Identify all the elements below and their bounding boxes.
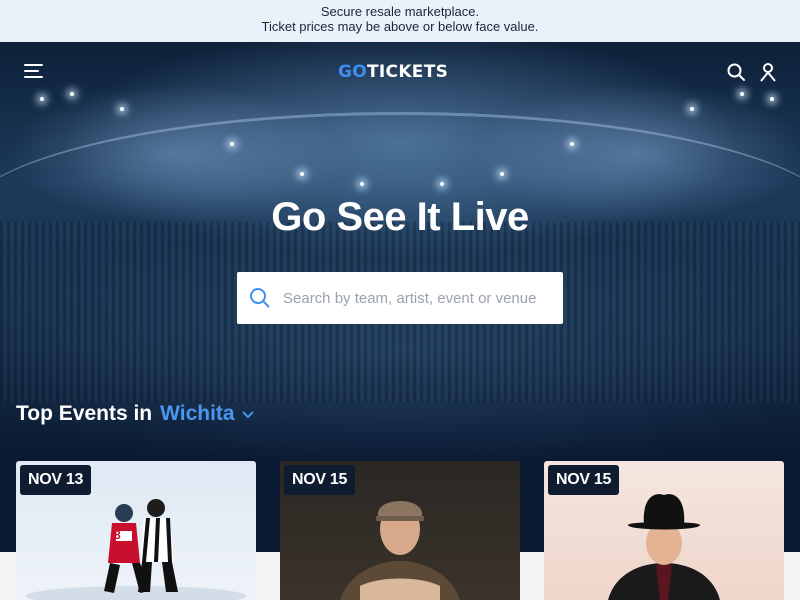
hamburger-icon[interactable] (24, 64, 44, 80)
event-card[interactable]: NOV 15 (544, 461, 784, 600)
svg-text:8: 8 (114, 528, 121, 542)
notice-line-2: Ticket prices may be above or below face… (261, 19, 539, 34)
hero-search-bar[interactable] (237, 272, 563, 324)
notice-line-1: Secure resale marketplace. (320, 4, 480, 19)
event-date-badge: NOV 15 (548, 465, 620, 495)
event-card[interactable]: NOV 15 (280, 461, 520, 600)
stadium-light (120, 107, 124, 111)
top-events-heading: Top Events in Wichita (16, 402, 254, 426)
stadium-light (440, 182, 444, 186)
stadium-light (570, 142, 574, 146)
hero-headline: Go See It Live (271, 195, 529, 239)
event-date-badge: NOV 15 (284, 465, 356, 495)
search-input[interactable] (283, 289, 543, 307)
chevron-down-icon[interactable] (242, 411, 254, 419)
goticket-logo[interactable]: GOTICKETS (338, 62, 448, 82)
top-events-label: Top Events in (16, 402, 153, 425)
stadium-light (230, 142, 234, 146)
event-card[interactable]: NOV 13 8 (16, 461, 256, 600)
search-icon (250, 288, 270, 308)
search-icon[interactable] (726, 62, 746, 82)
stadium-light (360, 182, 364, 186)
event-date-badge: NOV 13 (20, 465, 92, 495)
user-icon[interactable] (758, 62, 778, 82)
logo-prefix: GO (338, 62, 368, 82)
resale-notice-banner: Secure resale marketplace. Ticket prices… (0, 0, 800, 42)
stadium-light (300, 172, 304, 176)
stadium-light (690, 107, 694, 111)
city-selector[interactable]: Wichita (160, 402, 234, 426)
logo-suffix: TICKETS (367, 62, 449, 82)
stadium-light (500, 172, 504, 176)
top-navbar: GOTICKETS (0, 42, 800, 102)
